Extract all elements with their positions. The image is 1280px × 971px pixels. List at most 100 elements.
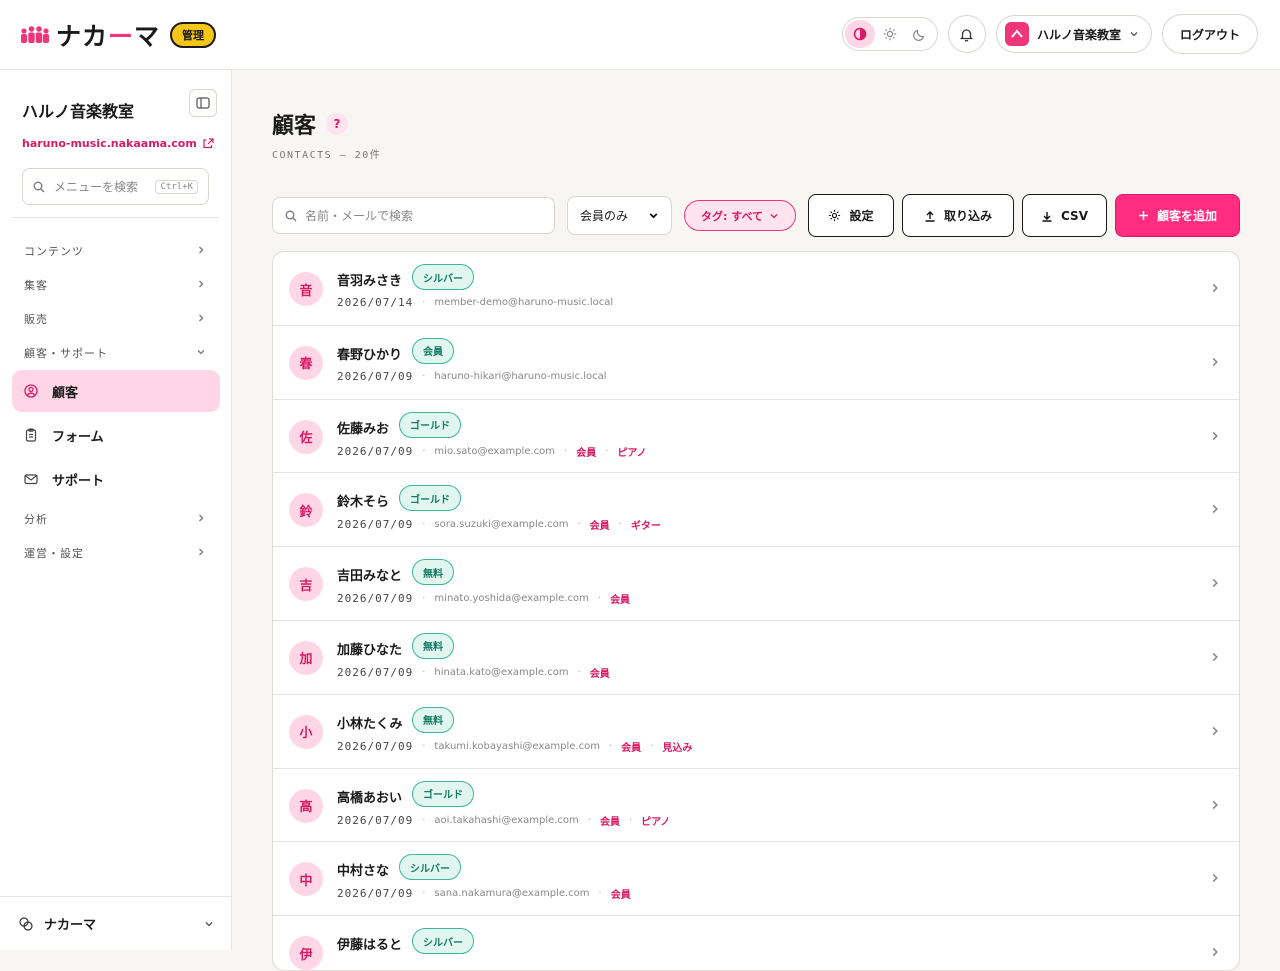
- site-url-link[interactable]: haruno-music.nakaama.com: [22, 137, 214, 150]
- contact-tag[interactable]: 会員: [600, 813, 620, 828]
- contact-tag[interactable]: ピアノ: [641, 813, 670, 828]
- contact-search-input[interactable]: 名前・メールで検索: [272, 197, 555, 234]
- meta-separator: ·: [577, 519, 581, 531]
- membership-filter-select[interactable]: 会員のみ: [567, 196, 672, 235]
- contact-tag[interactable]: 会員: [576, 444, 596, 459]
- contact-row[interactable]: 中 中村さな シルバー 2026/07/09 · sana.nakamura@exa…: [273, 842, 1239, 917]
- user-circle-icon: [24, 384, 38, 398]
- meta-separator: ·: [422, 814, 426, 826]
- contact-row[interactable]: 鈴 鈴木そら ゴールド 2026/07/09 · sora.suzuki@examp…: [273, 473, 1239, 548]
- nav-group-operations[interactable]: 運営・設定: [0, 536, 232, 570]
- import-button[interactable]: 取り込み: [902, 194, 1014, 237]
- contact-email: mio.sato@example.com: [434, 445, 556, 457]
- menu-search-input[interactable]: メニューを検索 Ctrl+K: [22, 168, 209, 205]
- contact-date: 2026/07/09: [337, 444, 414, 458]
- contact-date: 2026/07/09: [337, 592, 414, 606]
- meta-separator: ·: [608, 740, 613, 752]
- avatar: 伊: [289, 936, 323, 970]
- theme-toggle: [841, 17, 938, 51]
- chevron-down-icon: [1130, 32, 1138, 37]
- contact-meta: 2026/07/09 · aoi.takahashi@example.com · 会員 ·…: [337, 813, 670, 828]
- add-contact-button[interactable]: 顧客を追加: [1115, 194, 1240, 237]
- contact-tag[interactable]: 会員: [611, 886, 631, 901]
- nav-group-marketing[interactable]: 集客: [0, 268, 232, 302]
- admin-badge: 管理: [170, 21, 217, 48]
- sidebar-collapse-button[interactable]: [189, 89, 217, 117]
- sidebar-item-forms[interactable]: フォーム: [12, 414, 220, 456]
- keyboard-shortcut: Ctrl+K: [155, 179, 198, 194]
- plan-badge: 無料: [412, 632, 454, 659]
- bell-icon: [960, 28, 974, 42]
- contact-name: 佐藤みお: [337, 421, 390, 437]
- import-button-label: 取り込み: [943, 209, 992, 223]
- meta-separator: ·: [422, 297, 426, 308]
- contact-tag[interactable]: 見込み: [662, 739, 692, 754]
- contact-tag[interactable]: ピアノ: [617, 444, 646, 459]
- chevron-right-icon: [1212, 874, 1218, 883]
- settings-button-label: 設定: [849, 209, 874, 223]
- contact-row[interactable]: 音 音羽みさき シルバー 2026/07/14 · member-demo@haru…: [273, 252, 1239, 326]
- notifications-button[interactable]: [947, 15, 986, 53]
- contrast-theme-button[interactable]: [844, 20, 875, 48]
- nav-group-label: コンテンツ: [24, 245, 84, 258]
- sidebar-item-label: フォーム: [52, 429, 104, 445]
- tenant-logo: [1004, 22, 1029, 46]
- contact-tag[interactable]: 会員: [590, 517, 610, 532]
- contact-row[interactable]: 吉 吉田みなと 無料 2026/07/09 · minato.yoshida@exa…: [273, 547, 1239, 621]
- upload-icon: [925, 210, 935, 222]
- contact-email: aoi.takahashi@example.com: [434, 814, 579, 826]
- avatar: 春: [289, 345, 323, 380]
- sidebar-item-label: 顧客: [52, 385, 79, 401]
- plan-badge: シルバー: [412, 928, 474, 955]
- chevron-right-icon: [199, 280, 204, 288]
- chevron-right-icon: [1212, 652, 1218, 662]
- meta-separator: ·: [618, 519, 622, 531]
- contact-date: 2026/07/14: [337, 296, 414, 309]
- contact-tag[interactable]: 会員: [621, 739, 641, 754]
- csv-export-button[interactable]: CSV: [1022, 194, 1107, 237]
- meta-separator: ·: [598, 888, 602, 900]
- plan-badge: ゴールド: [399, 485, 461, 512]
- meta-separator: ·: [650, 740, 654, 752]
- logo-text: ナカーマ: [56, 21, 161, 51]
- chevron-right-icon: [1212, 726, 1218, 735]
- tag-filter-button[interactable]: タグ: すべて: [684, 200, 796, 231]
- contact-name: 音羽みさき: [337, 274, 403, 289]
- sidebar-item-contacts[interactable]: 顧客: [12, 370, 220, 412]
- contact-tag[interactable]: ギター: [631, 517, 661, 532]
- top-bar: ナカーマ 管理 ハルノ音楽教室 ログアウト: [0, 0, 1280, 70]
- nav-group-analytics[interactable]: 分析: [0, 502, 232, 536]
- mail-icon: [24, 474, 38, 485]
- contact-row[interactable]: 春 春野ひかり 会員 2026/07/09 · haruno-hikari@haru…: [273, 326, 1239, 400]
- avatar: 中: [289, 862, 323, 897]
- dark-theme-button[interactable]: [905, 20, 935, 48]
- nav-group-label: 顧客・サポート: [24, 347, 108, 360]
- plan-badge: ゴールド: [412, 780, 474, 807]
- contact-row[interactable]: 佐 佐藤みお ゴールド 2026/07/09 · mio.sato@example.…: [273, 400, 1239, 474]
- logout-button[interactable]: ログアウト: [1161, 14, 1258, 54]
- meta-separator: ·: [422, 740, 426, 752]
- contact-row[interactable]: 加 加藤ひなた 無料 2026/07/09 · hinata.kato@exampl…: [273, 621, 1239, 695]
- contact-tag[interactable]: 会員: [590, 665, 610, 680]
- contact-row[interactable]: 高 高橋あおい ゴールド 2026/07/09 · aoi.takahashi@ex…: [273, 769, 1239, 843]
- meta-separator: ·: [422, 370, 426, 382]
- settings-button[interactable]: 設定: [808, 194, 894, 237]
- nav-group-crm[interactable]: 顧客・サポート: [0, 336, 232, 370]
- sidebar-toggle-icon: [196, 97, 210, 109]
- clipboard-icon: [25, 428, 37, 442]
- nav-group-sales[interactable]: 販売: [0, 302, 232, 336]
- contact-row[interactable]: 伊 伊藤はると シルバー: [273, 916, 1239, 970]
- tenant-mark-icon: [1011, 29, 1023, 38]
- page-subtitle: CONTACTS — 20件: [272, 150, 382, 161]
- nav-group-label: 運営・設定: [24, 547, 84, 560]
- brand-logo[interactable]: ナカーマ 管理: [20, 17, 217, 53]
- plan-badge: シルバー: [399, 854, 461, 881]
- contact-row[interactable]: 小 小林たくみ 無料 2026/07/09 · takumi.kobayashi@e…: [273, 695, 1239, 769]
- light-theme-button[interactable]: [875, 20, 905, 48]
- sidebar-item-support[interactable]: サポート: [12, 458, 220, 500]
- nav-group-contents[interactable]: コンテンツ: [0, 234, 232, 268]
- workspace-switcher[interactable]: ナカーマ: [0, 896, 232, 950]
- contact-tag[interactable]: 会員: [610, 591, 630, 606]
- help-button[interactable]: ?: [326, 113, 349, 135]
- tenant-switcher[interactable]: ハルノ音楽教室: [995, 15, 1152, 53]
